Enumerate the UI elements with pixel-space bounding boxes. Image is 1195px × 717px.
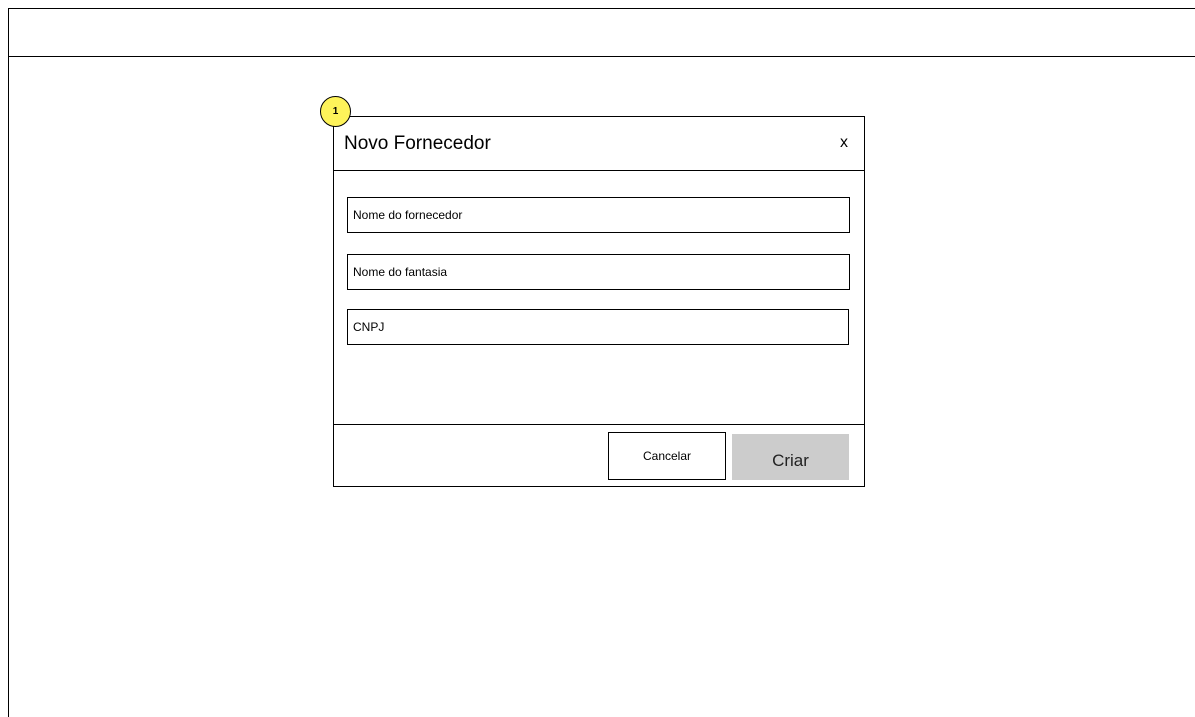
supplier-name-field[interactable] [347, 197, 850, 233]
cancel-button[interactable]: Cancelar [608, 432, 726, 480]
close-icon[interactable]: x [840, 133, 848, 153]
dialog-footer: Cancelar Criar [334, 424, 864, 486]
new-supplier-dialog: Novo Fornecedor x Cancelar Criar [333, 116, 865, 487]
trade-name-field[interactable] [347, 254, 850, 290]
annotation-badge: 1 [320, 96, 351, 127]
cnpj-field[interactable] [347, 309, 849, 345]
dialog-header: Novo Fornecedor x [334, 117, 864, 171]
annotation-number: 1 [332, 106, 339, 117]
top-bar [8, 8, 1195, 57]
create-button[interactable]: Criar [732, 434, 849, 480]
dialog-title: Novo Fornecedor [344, 133, 491, 154]
